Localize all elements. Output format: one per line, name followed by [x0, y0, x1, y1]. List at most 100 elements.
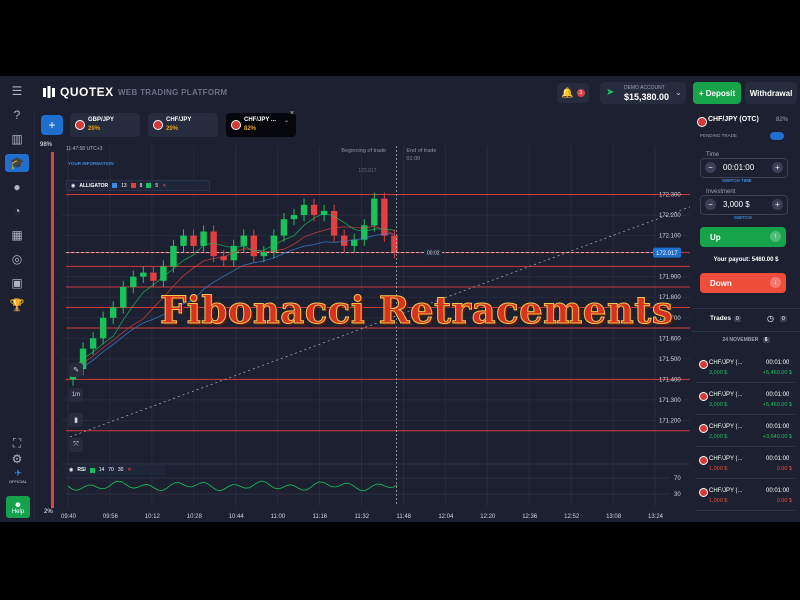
trade-row[interactable]: CHF/JPY (... 00:01:00 2,000 $ +3,640.00 … — [696, 418, 796, 447]
trade-pair: CHF/JPY (... — [709, 360, 743, 366]
down-percentage: 2% — [44, 509, 53, 515]
pending-trade-toggle[interactable] — [770, 132, 784, 140]
candle-body — [170, 245, 177, 267]
time-tick-label: 11:32 — [355, 514, 370, 520]
indicator-param: 8 — [139, 182, 143, 189]
candle-body — [190, 235, 197, 246]
countdown-label: 00:02 — [427, 251, 440, 257]
remove-rsi-icon[interactable]: ✕ — [127, 467, 131, 473]
end-time-label: 01:00 — [406, 156, 420, 162]
beginning-of-trade-label: Beginning of trade — [341, 148, 386, 154]
rsi-label-70: 70 — [674, 476, 681, 482]
pending-count: 0 — [780, 316, 787, 322]
withdrawal-button[interactable]: Withdrawal — [745, 82, 797, 104]
price-tick-label: 172.100 — [659, 234, 681, 240]
selected-pair[interactable]: CHF/JPY (OTC) — [708, 116, 759, 123]
pending-trade-label: PENDING TRADE — [700, 133, 737, 138]
trade-row[interactable]: CHF/JPY (... 00:01:00 3,000 $ +5,460.00 … — [696, 386, 796, 415]
price-tick-label: 172.200 — [659, 213, 681, 219]
candle-body — [310, 204, 318, 216]
candle-body — [150, 272, 157, 281]
your-information-link[interactable]: YOUR INFORMATION — [68, 161, 114, 166]
date-count: 6 — [762, 337, 770, 343]
time-field[interactable]: − 00:01:00 + — [700, 158, 788, 178]
trade-duration: 00:01:00 — [766, 360, 790, 366]
indicator-param: 5 — [155, 182, 159, 189]
candle-body — [371, 198, 378, 226]
time-tick-label: 10:12 — [145, 514, 161, 520]
trade-row[interactable]: CHF/JPY (... 00:01:00 1,000 $ 0.00 $ — [696, 482, 796, 511]
indicator-name: ALLIGATOR — [79, 182, 109, 189]
trade-pair: CHF/JPY (... — [709, 392, 743, 398]
timeframe-button[interactable]: 1m — [69, 388, 83, 402]
color-swatch — [130, 183, 136, 188]
remove-indicator-icon[interactable]: ✕ — [162, 183, 166, 189]
candle-body — [280, 219, 288, 236]
chart-type-icon[interactable]: ▮ — [69, 413, 83, 427]
time-tick-label: 12:52 — [564, 514, 580, 520]
indicator-bar[interactable]: ◉ ALLIGATOR 13 8 5 ✕ — [66, 180, 210, 191]
candle-body — [300, 204, 308, 216]
investment-field[interactable]: − 3,000 $ + — [700, 195, 788, 215]
rsi-name: RSI — [77, 467, 86, 473]
up-button[interactable]: Up ↑ — [700, 227, 786, 247]
rsi-param: 14 — [98, 467, 105, 473]
deposit-button[interactable]: + Deposit — [693, 82, 741, 104]
investment-value[interactable]: 3,000 $ — [723, 200, 750, 209]
draw-tool-icon[interactable]: ✎ — [69, 363, 83, 377]
trades-tab[interactable]: Trades — [710, 315, 731, 322]
price-tick-label: 171.600 — [659, 336, 681, 342]
trade-amount: 3,000 $ — [709, 402, 728, 408]
candle-body — [89, 338, 97, 349]
indicator-param: 13 — [121, 182, 127, 189]
time-tick-label: 11:16 — [313, 514, 328, 520]
trade-row[interactable]: CHF/JPY (... 00:01:00 1,000 $ 0.00 $ — [696, 450, 796, 479]
trade-amount: 3,000 $ — [709, 370, 728, 376]
end-of-trade-label: End of trade — [406, 148, 436, 154]
price-tick-label: 171.300 — [659, 398, 681, 404]
date-label: 24 NOVEMBER — [722, 337, 759, 343]
minus-icon[interactable]: − — [705, 162, 716, 173]
time-value[interactable]: 00:01:00 — [723, 163, 754, 172]
trade-row[interactable]: CHF/JPY (... 00:01:00 3,000 $ +5,460.00 … — [696, 354, 796, 383]
trade-payout: 0.00 $ — [776, 466, 792, 472]
trades-count: 0 — [734, 316, 741, 322]
flag-icon — [699, 392, 708, 401]
clock-icon[interactable]: ◷ — [767, 314, 774, 323]
time-tick-label: 12:36 — [522, 514, 538, 520]
eye-icon[interactable]: ◉ — [69, 467, 73, 473]
switch-link[interactable]: SWITCH — [734, 215, 752, 220]
down-button[interactable]: Down ↓ — [700, 273, 786, 293]
rsi-param: 70 — [108, 467, 114, 473]
server-time: 11:47:58 UTC+3 — [66, 146, 103, 152]
candle-body — [130, 276, 137, 287]
flag-icon — [699, 488, 708, 497]
eye-icon[interactable]: ◉ — [71, 183, 75, 189]
price-tick-label: 171.500 — [659, 357, 681, 363]
arrow-down-icon: ↓ — [770, 277, 781, 288]
trade-payout: 0.00 $ — [776, 498, 792, 504]
minus-icon[interactable]: − — [705, 199, 716, 210]
trades-header: Trades 0 ◷ 0 — [692, 308, 800, 332]
rsi-label-30: 30 — [674, 492, 681, 498]
down-label: Down — [710, 279, 732, 288]
switch-time-link[interactable]: SWITCH TIME — [722, 178, 752, 183]
trade-payout: +5,460.00 $ — [762, 402, 792, 408]
flag-icon — [699, 424, 708, 433]
indicators-icon[interactable]: ⤧ — [69, 438, 83, 452]
color-swatch — [89, 467, 95, 473]
app-window: ☰ ? ▥ 🎓 ● ◔ ▦ ◎ ▣ 🏆 ⛶ ⚙ ✈ OFFICIAL ☻ Hel… — [0, 76, 800, 522]
rsi-indicator-bar[interactable]: ◉ RSI 14 70 30 ✕ — [66, 465, 166, 475]
time-tick-label: 10:44 — [229, 514, 245, 520]
candle-body — [250, 235, 258, 257]
plus-icon[interactable]: + — [772, 199, 783, 210]
time-tick-label: 11:48 — [396, 514, 411, 520]
candle-body — [260, 252, 268, 257]
candle-body — [140, 272, 147, 277]
price-tick-label: 171.400 — [659, 377, 681, 383]
time-tick-label: 10:28 — [187, 514, 203, 520]
trade-amount: 1,000 $ — [709, 466, 728, 472]
trade-amount: 2,000 $ — [709, 434, 728, 440]
plus-icon[interactable]: + — [772, 162, 783, 173]
trade-panel: CHF/JPY (OTC) 82% PENDING TRADE Time − 0… — [692, 110, 800, 522]
